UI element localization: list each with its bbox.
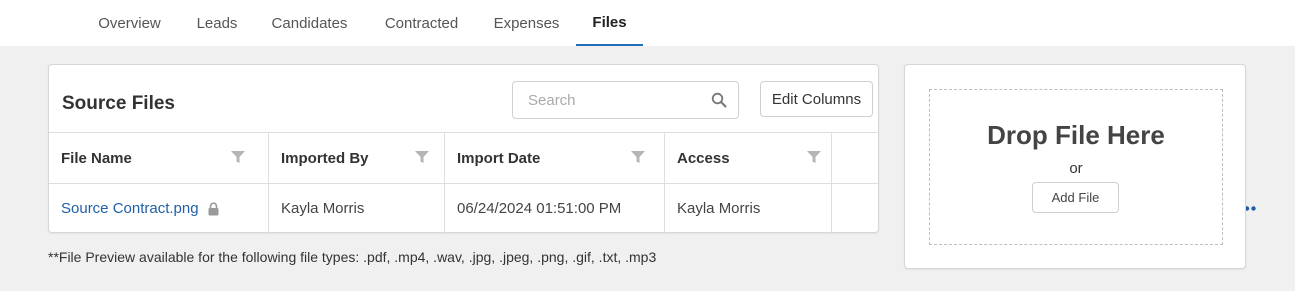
column-header-label: Access: [677, 149, 730, 167]
column-header-imported-by[interactable]: Imported By: [269, 133, 445, 183]
lock-icon: [208, 201, 219, 215]
tab-candidates[interactable]: Candidates: [271, 0, 348, 46]
column-header-actions: [832, 133, 878, 183]
filter-icon[interactable]: [807, 150, 821, 164]
table-row: Source Contract.png Kayla Morris 06/24/2…: [49, 183, 1256, 233]
column-header-access[interactable]: Access: [665, 133, 832, 183]
filter-icon[interactable]: [415, 150, 429, 164]
file-name-link[interactable]: Source Contract.png: [61, 200, 199, 217]
drop-or-text: or: [1069, 160, 1083, 177]
column-header-label: File Name: [61, 149, 132, 167]
imported-by-cell: Kayla Morris: [269, 184, 445, 233]
source-files-card: Source Files Edit Columns File Name Impo…: [48, 64, 1256, 233]
access-cell: Kayla Morris: [665, 184, 832, 233]
search-box: [512, 81, 739, 119]
file-preview-note: **File Preview available for the followi…: [48, 249, 657, 265]
tab-contracted[interactable]: Contracted: [383, 0, 460, 46]
column-header-import-date[interactable]: Import Date: [445, 133, 665, 183]
edit-columns-button[interactable]: Edit Columns: [760, 81, 873, 117]
tab-files[interactable]: Files: [576, 0, 643, 46]
add-file-button[interactable]: Add File: [1032, 182, 1119, 213]
filter-icon[interactable]: [231, 150, 245, 164]
tab-overview[interactable]: Overview: [96, 0, 163, 46]
upload-card: Drop File Here or Add File: [904, 64, 1246, 269]
search-icon[interactable]: [711, 92, 727, 108]
source-files-title: Source Files: [62, 93, 175, 114]
drop-title: Drop File Here: [987, 120, 1165, 150]
filter-icon[interactable]: [631, 150, 645, 164]
tab-expenses[interactable]: Expenses: [494, 0, 560, 46]
column-header-file-name[interactable]: File Name: [49, 133, 269, 183]
import-date-cell: 06/24/2024 01:51:00 PM: [445, 184, 665, 233]
search-input[interactable]: [513, 82, 703, 118]
tab-leads[interactable]: Leads: [197, 0, 238, 46]
file-drop-zone[interactable]: Drop File Here or Add File: [929, 89, 1223, 245]
column-header-label: Import Date: [457, 149, 541, 167]
table-header: File Name Imported By Import Date Access: [49, 132, 878, 183]
file-name-cell: Source Contract.png: [49, 184, 269, 233]
column-header-label: Imported By: [281, 149, 369, 167]
tab-bar: Overview Leads Candidates Contracted Exp…: [0, 0, 1295, 46]
